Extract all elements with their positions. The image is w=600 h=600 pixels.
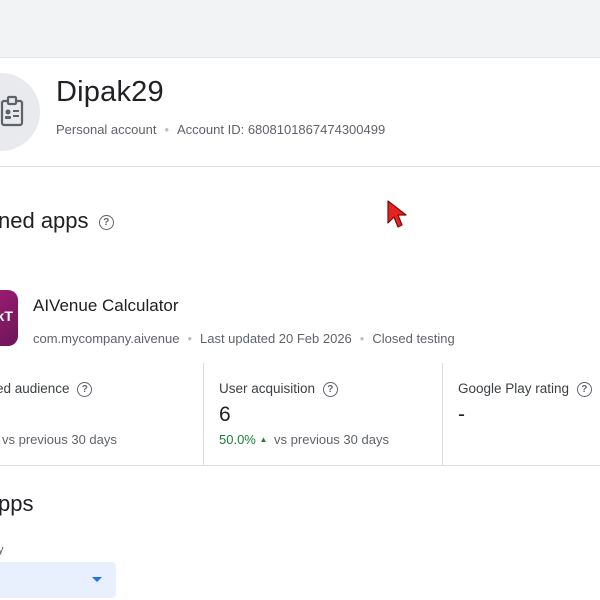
stat-acquisition-change: 50.0%	[219, 432, 256, 447]
stat-acquisition-value: 6	[219, 403, 231, 426]
stat-acquisition-label-wrap: User acquisition ?	[219, 381, 338, 397]
account-type: Personal account	[56, 122, 157, 137]
stat-audience[interactable]: ed audience ? vs previous 30 days	[0, 363, 203, 465]
header-divider	[0, 166, 600, 167]
app-icon-label: okT	[0, 308, 13, 324]
stat-rating-value: -	[458, 403, 465, 426]
stat-acquisition-label: User acquisition	[219, 381, 316, 396]
stat-rating[interactable]: Google Play rating ? -	[442, 363, 600, 465]
id-badge-icon	[0, 95, 24, 127]
app-name-link[interactable]: AIVenue Calculator	[33, 296, 179, 316]
dropdown-arrow-icon	[92, 577, 102, 582]
pinned-apps-title: ned apps	[0, 208, 89, 233]
mouse-cursor-icon	[387, 200, 407, 228]
help-icon[interactable]: ?	[77, 381, 93, 397]
stat-rating-label-wrap: Google Play rating ?	[458, 381, 592, 397]
filter-label: y	[0, 544, 4, 556]
app-status: Closed testing	[372, 331, 455, 346]
trend-up-icon: ▲	[259, 435, 268, 444]
separator-dot: •	[359, 331, 365, 346]
help-icon[interactable]: ?	[322, 381, 338, 397]
help-icon[interactable]: ?	[98, 214, 114, 230]
pinned-apps-heading: ned apps ?	[0, 208, 114, 234]
account-id: Account ID: 6808101867474300499	[177, 122, 386, 137]
play-console-home: Dipak29 Personal account • Account ID: 680…	[0, 0, 600, 600]
separator-dot: •	[164, 122, 170, 137]
app-package: com.mycompany.aivenue	[33, 331, 180, 346]
app-meta: com.mycompany.aivenue • Last updated 20 Fe…	[33, 331, 455, 346]
developer-meta: Personal account • Account ID: 68081018674…	[56, 122, 385, 137]
help-icon[interactable]: ?	[576, 381, 592, 397]
stat-audience-comparison: vs previous 30 days	[2, 432, 117, 447]
stat-rating-label: Google Play rating	[458, 381, 570, 396]
developer-name: Dipak29	[56, 76, 164, 108]
developer-avatar	[0, 73, 40, 151]
filter-dropdown[interactable]	[0, 562, 116, 598]
stats-divider	[0, 465, 600, 466]
stat-audience-label: ed audience	[0, 381, 70, 396]
app-stats-row: ed audience ? vs previous 30 days User a…	[0, 363, 600, 465]
stat-audience-label-wrap: ed audience ?	[0, 381, 93, 397]
app-last-updated: Last updated 20 Feb 2026	[200, 331, 352, 346]
app-icon[interactable]: okT	[0, 290, 18, 346]
stat-acquisition-sub: vs previous 30 days	[274, 432, 389, 447]
top-app-bar	[0, 0, 600, 58]
all-apps-heading: pps	[0, 491, 34, 516]
separator-dot: •	[187, 331, 192, 346]
stat-acquisition-comparison: 50.0% ▲ vs previous 30 days	[219, 432, 389, 447]
stat-acquisition[interactable]: User acquisition ? 6 50.0% ▲ vs previous…	[203, 363, 443, 465]
